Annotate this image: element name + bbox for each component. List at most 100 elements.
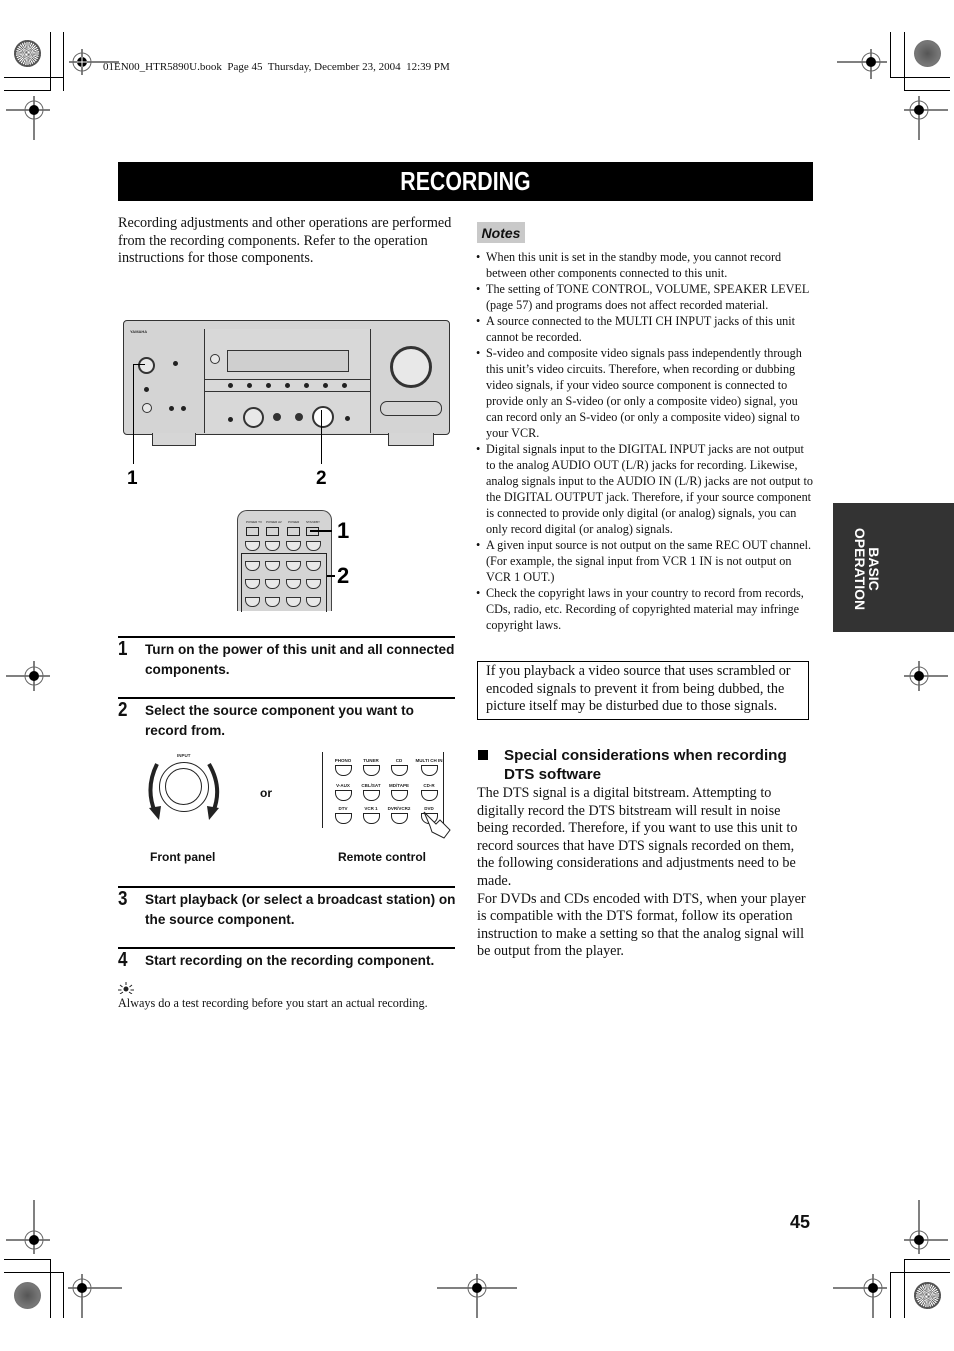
registration-mark-icon bbox=[833, 1274, 887, 1318]
note-item: A given input source is not output on th… bbox=[476, 537, 814, 585]
cd-r-button bbox=[421, 790, 438, 801]
rotate-arrows-icon bbox=[148, 762, 220, 820]
tone-knob bbox=[142, 403, 152, 413]
remote-button-label: TUNER bbox=[363, 758, 379, 763]
step-text: Start playback (or select a broadcast st… bbox=[145, 892, 456, 927]
button bbox=[345, 416, 350, 421]
registration-mark-icon bbox=[6, 661, 50, 691]
remote-button-label: CD-R bbox=[423, 783, 435, 788]
volume-knob bbox=[390, 346, 432, 388]
dvr-vcr2-button bbox=[391, 813, 408, 824]
remote-button bbox=[245, 541, 260, 551]
color-bar-icon bbox=[914, 1282, 941, 1309]
front-display bbox=[227, 350, 349, 372]
lightbulb-icon bbox=[118, 982, 134, 994]
power-av-button bbox=[266, 527, 279, 536]
color-bar-icon bbox=[914, 40, 941, 67]
paragraph: For DVDs and CDs encoded with DTS, when … bbox=[477, 890, 806, 960]
notes-label: Notes bbox=[477, 222, 525, 243]
video-aux-jacks bbox=[380, 401, 442, 416]
power-button bbox=[138, 357, 155, 374]
note-item: S-video and composite video signals pass… bbox=[476, 345, 814, 441]
button bbox=[228, 383, 233, 388]
remote-label: POWER bbox=[288, 520, 300, 524]
button bbox=[266, 383, 271, 388]
color-bar-icon bbox=[14, 40, 41, 67]
heading-text: Special considerations when recording DT… bbox=[504, 747, 787, 783]
button bbox=[304, 383, 309, 388]
button bbox=[169, 406, 174, 411]
remote-button-label: DVR/VCR2 bbox=[387, 806, 411, 811]
remote-button-label: MULTI CH IN bbox=[415, 758, 443, 763]
registration-mark-icon bbox=[904, 661, 948, 691]
remote-control-caption: Remote control bbox=[338, 850, 427, 864]
intro-paragraph: Recording adjustments and other operatio… bbox=[118, 215, 452, 266]
registration-mark-icon bbox=[68, 1274, 122, 1318]
program-knob bbox=[243, 407, 264, 428]
square-bullet-icon bbox=[478, 750, 488, 760]
note-item: Digital signals input to the DIGITAL INP… bbox=[476, 441, 814, 537]
chapter-tab: OPERATION BASIC bbox=[833, 503, 954, 632]
front-panel-caption: Front panel bbox=[150, 850, 216, 864]
remote-button bbox=[286, 541, 301, 551]
notes-list: When this unit is set in the standby mod… bbox=[476, 249, 814, 633]
button bbox=[228, 417, 233, 422]
remote-callout-2: 2 bbox=[337, 563, 350, 588]
tone-control-button bbox=[273, 413, 281, 421]
button bbox=[285, 383, 290, 388]
remote-label: POWER TV bbox=[246, 520, 262, 524]
page-title-bar: RECORDING bbox=[118, 162, 813, 201]
step-divider bbox=[118, 697, 455, 699]
input-selector-knob bbox=[312, 406, 334, 428]
tip-text: Always do a test recording before you st… bbox=[118, 996, 428, 1010]
remote-button-label: V-AUX bbox=[336, 783, 350, 788]
md-tape-button bbox=[391, 790, 408, 801]
step-number: 2 bbox=[118, 699, 128, 721]
phono-button bbox=[335, 765, 352, 776]
button bbox=[247, 383, 252, 388]
button bbox=[181, 406, 186, 411]
remote-label: STANDBY bbox=[306, 520, 320, 524]
step-text: Start recording on the recording compone… bbox=[145, 953, 435, 968]
receiver-foot bbox=[152, 433, 196, 446]
or-label: or bbox=[260, 786, 272, 800]
chapter-tab-label: OPERATION BASIC bbox=[852, 528, 882, 610]
v-aux-button bbox=[335, 790, 352, 801]
boxed-note: If you playback a video source that uses… bbox=[477, 661, 809, 720]
step-divider bbox=[118, 886, 455, 888]
page-number: 45 bbox=[790, 1212, 811, 1232]
print-header: 01EN00_HTR5890U.book Page 45 Thursday, D… bbox=[103, 61, 450, 73]
speaker-button bbox=[173, 361, 178, 366]
registration-mark-icon bbox=[837, 49, 887, 79]
note-item: When this unit is set in the standby mod… bbox=[476, 249, 814, 281]
dtv-button bbox=[335, 813, 352, 824]
registration-mark-icon bbox=[6, 96, 50, 140]
pointing-hand-icon bbox=[423, 811, 451, 839]
tuner-button bbox=[363, 765, 380, 776]
callout-1: 1 bbox=[127, 468, 138, 489]
remote-button-label: VCR 1 bbox=[364, 806, 378, 811]
step-text: Select the source component you want to … bbox=[145, 703, 414, 738]
remote-button-label: PHONO bbox=[334, 758, 352, 763]
paragraph: The DTS signal is a digital bitstream. A… bbox=[477, 785, 798, 889]
button bbox=[323, 383, 328, 388]
remote-button-label: CBL/SAT bbox=[361, 783, 381, 788]
brand-logo: YAMAHA bbox=[130, 329, 148, 334]
remote-callout-1: 1 bbox=[337, 518, 350, 543]
remote-control: POWER TV POWER AV POWER STANDBY bbox=[237, 510, 332, 612]
tab-line-1: OPERATION bbox=[852, 528, 868, 610]
input-mode-button bbox=[295, 413, 303, 421]
receiver-front-panel: YAMAHA bbox=[123, 320, 450, 435]
registration-mark-icon bbox=[69, 49, 119, 75]
registration-mark-icon bbox=[437, 1274, 517, 1318]
step-number: 1 bbox=[118, 638, 128, 660]
note-item: Check the copyright laws in your country… bbox=[476, 585, 814, 633]
remote-button bbox=[306, 541, 321, 551]
remote-label: POWER AV bbox=[266, 520, 282, 524]
power-button bbox=[287, 527, 300, 536]
step-number: 3 bbox=[118, 888, 128, 910]
step-number: 4 bbox=[118, 949, 128, 971]
page-title: RECORDING bbox=[400, 166, 531, 196]
dts-section-body: The DTS signal is a digital bitstream. A… bbox=[477, 785, 813, 961]
color-bar-icon bbox=[14, 1282, 41, 1309]
